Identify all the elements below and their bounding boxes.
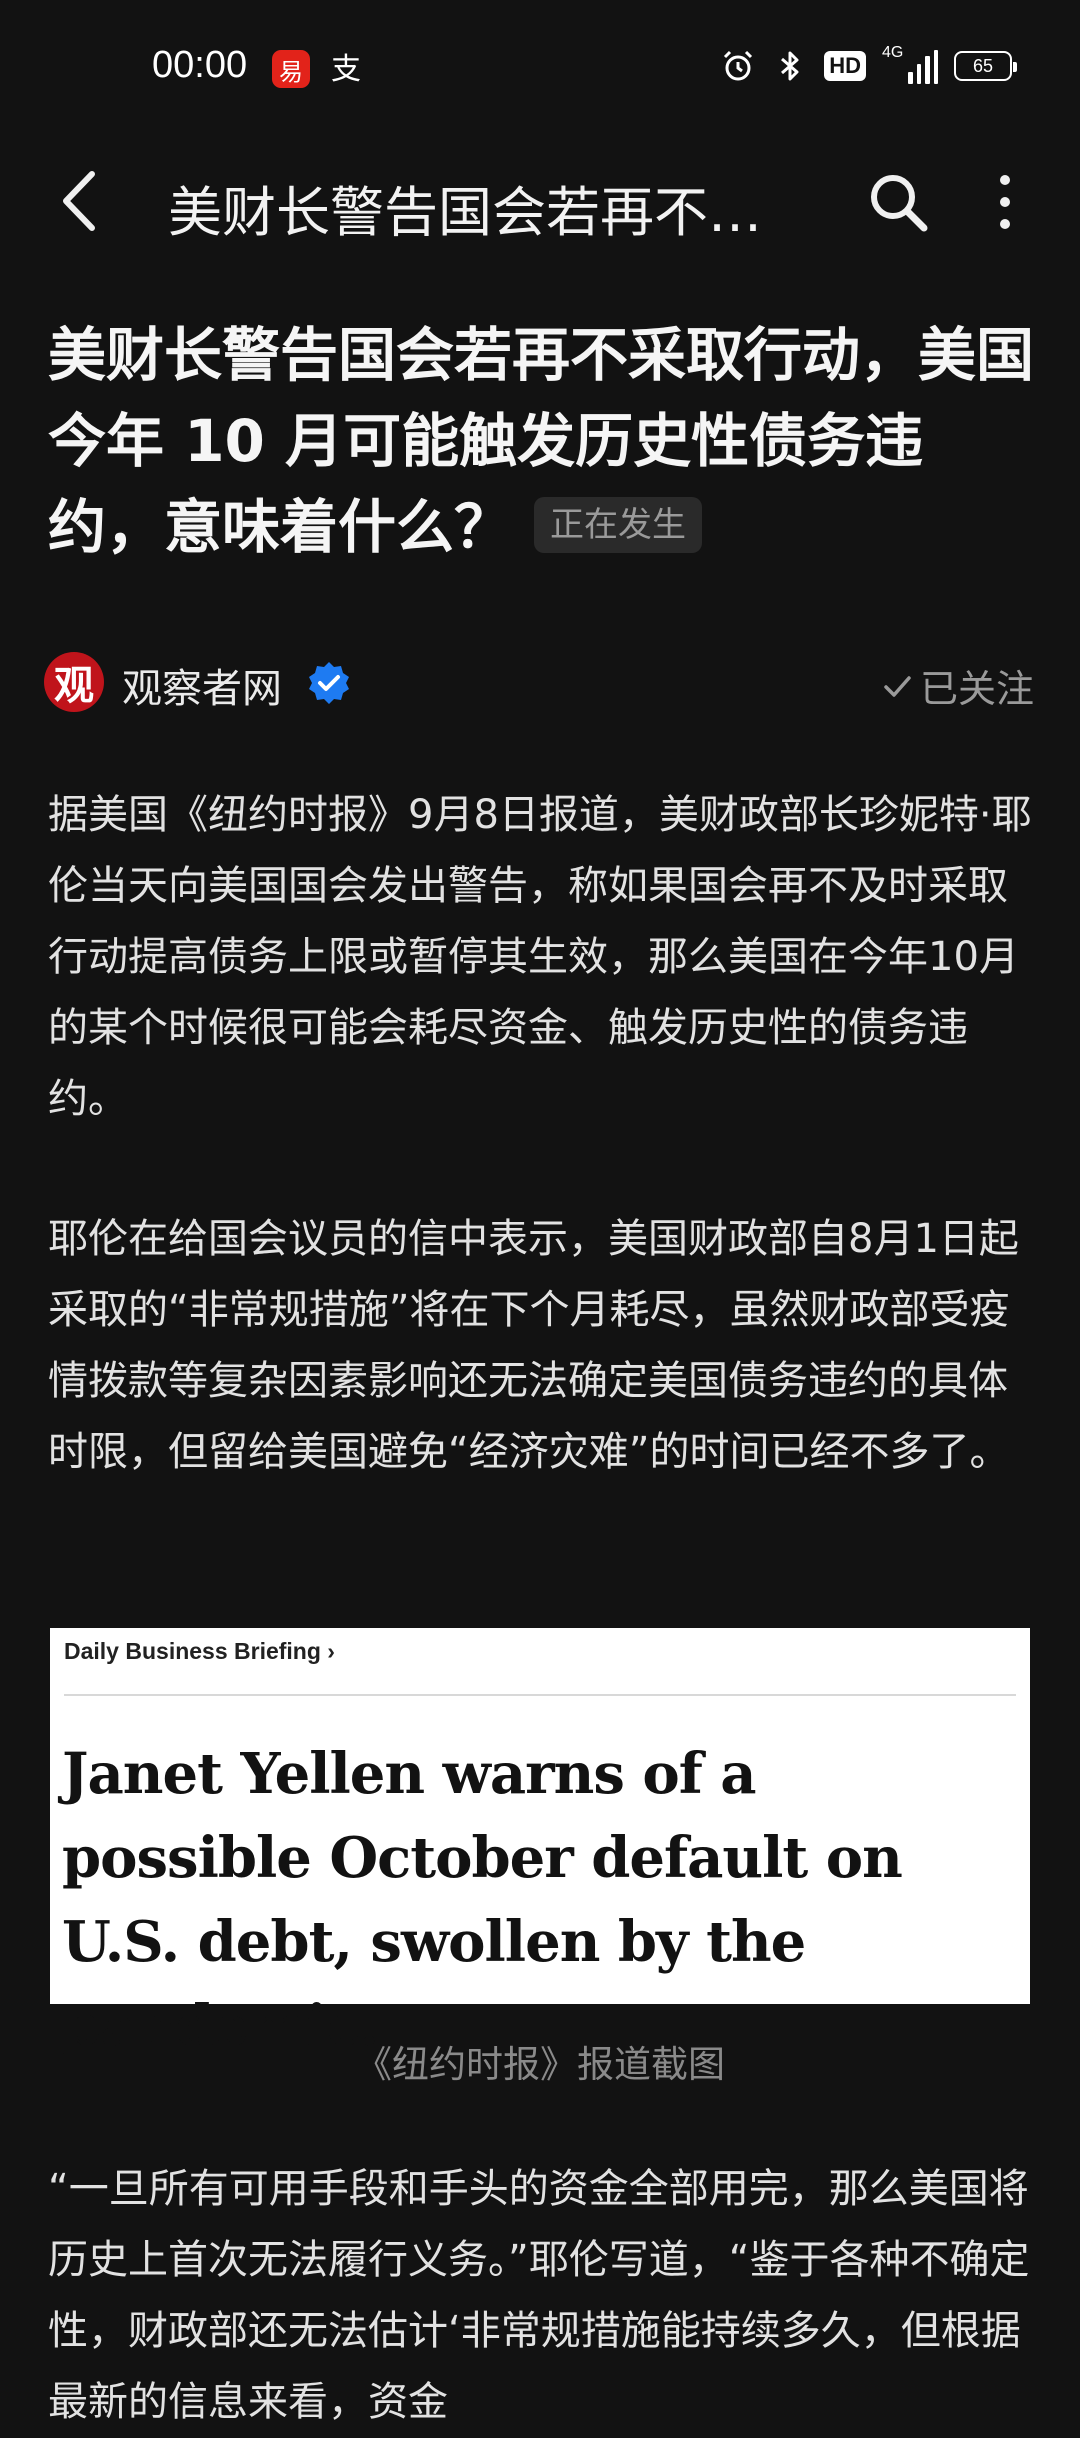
alarm-icon [724, 50, 753, 81]
nyt-screenshot-image[interactable]: Daily Business Briefing › Janet Yellen w… [50, 1628, 1030, 2059]
image-caption: 《纽约时报》报道截图 [355, 2043, 725, 2086]
signal-icon: 4G [882, 44, 938, 84]
back-arrow-icon[interactable] [52, 166, 112, 236]
author-row: 观 观察者网 已关注 [44, 650, 1034, 716]
network-type: 4G [882, 44, 904, 61]
article-paragraph: “一旦所有可用手段和手头的资金全部用完，那么美国将历史上首次无法履行义务。”耶伦… [48, 2166, 1030, 2425]
article-paragraph: 耶伦在给国会议员的信中表示，美国财政部自8月1日起采取的“非常规措施”将在下个月… [48, 1216, 1019, 1475]
follow-label: 已关注 [919, 667, 1034, 711]
check-icon [884, 675, 911, 697]
author-name[interactable]: 观察者网 [122, 656, 282, 714]
status-bar: 00:00 易 支 HD 4G 65 [0, 0, 1080, 140]
battery-icon: 65 [954, 51, 1017, 81]
live-tag: 正在发生 [534, 496, 703, 553]
nav-title: 美财长警告国会若再不… [168, 181, 762, 244]
image-divider [64, 1694, 1016, 1696]
top-nav-bar: 美财长警告国会若再不… [0, 140, 1080, 260]
battery-level: 65 [972, 55, 994, 76]
author-avatar[interactable]: 观 [44, 652, 104, 712]
more-options-icon[interactable] [990, 170, 1020, 234]
status-icons: HD 4G 65 [720, 44, 1017, 84]
search-icon[interactable] [866, 170, 930, 234]
netease-app-icon: 易 [272, 50, 310, 88]
status-time: 00:00 [152, 44, 248, 86]
image-headline: Janet Yellen warns of a possible October… [62, 1741, 903, 2059]
hd-badge: HD [824, 51, 866, 81]
image-kicker: Daily Business Briefing › [64, 1638, 335, 1664]
verified-badge-icon [309, 662, 349, 704]
bluetooth-icon [781, 51, 799, 81]
article-paragraph: 据美国《纽约时报》9月8日报道，美财政部长珍妮特·耶伦当天向美国国会发出警告，称… [48, 792, 1032, 1122]
alipay-icon: 支 [331, 52, 361, 87]
follow-button[interactable]: 已关注 [882, 658, 1034, 713]
article-headline: 美财长警告国会若再不采取行动，美国今年 10 月可能触发历史性债务违约，意味着什… [48, 312, 1038, 570]
